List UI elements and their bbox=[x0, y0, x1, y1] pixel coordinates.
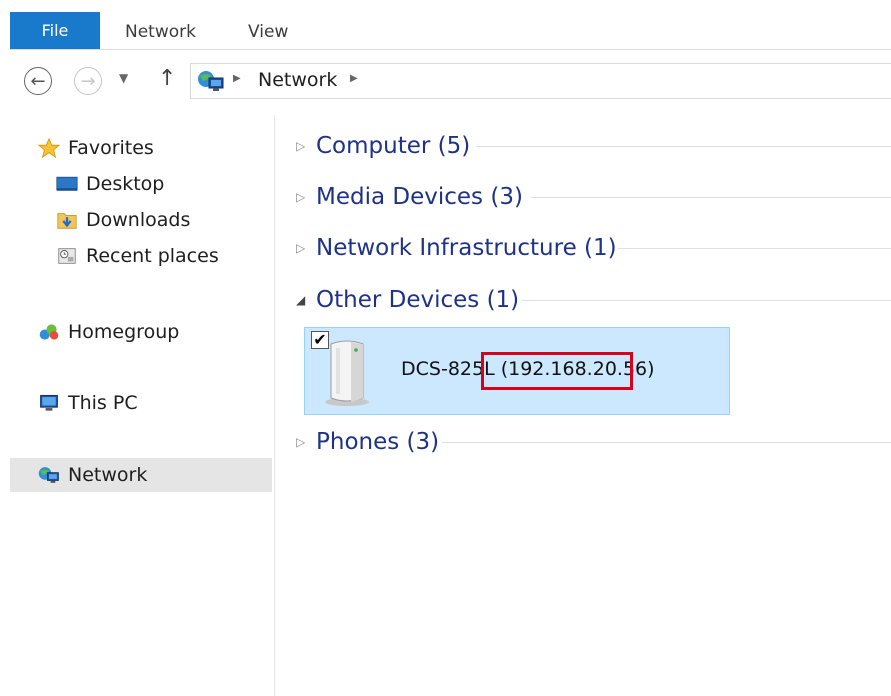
pane-divider bbox=[274, 115, 275, 696]
network-icon bbox=[38, 465, 60, 485]
computer-icon bbox=[38, 393, 60, 413]
expand-arrow-icon[interactable]: ▷ bbox=[296, 241, 316, 255]
network-device-icon bbox=[321, 336, 373, 412]
back-button[interactable]: ← bbox=[24, 67, 52, 95]
group-divider bbox=[618, 248, 891, 249]
up-arrow-icon: ↑ bbox=[158, 66, 177, 91]
group-computer[interactable]: ▷ Computer (5) bbox=[296, 133, 891, 159]
ribbon: File Network View bbox=[0, 0, 891, 50]
tab-file[interactable]: File bbox=[10, 12, 100, 49]
breadcrumb-separator-icon: ▶ bbox=[233, 73, 241, 84]
star-icon bbox=[38, 137, 60, 159]
forward-arrow-icon: → bbox=[80, 70, 96, 92]
up-button[interactable]: ↑ bbox=[158, 66, 176, 91]
breadcrumb-chevron-icon[interactable]: ▶ bbox=[350, 73, 358, 84]
expand-arrow-icon[interactable]: ▷ bbox=[296, 435, 316, 449]
group-network-infrastructure[interactable]: ▷ Network Infrastructure (1) bbox=[296, 235, 891, 261]
group-media-devices[interactable]: ▷ Media Devices (3) bbox=[296, 184, 891, 210]
group-phones[interactable]: ▷ Phones (3) bbox=[296, 429, 891, 455]
chevron-down-icon: ▼ bbox=[119, 71, 129, 85]
sidebar-item-downloads[interactable]: Downloads bbox=[56, 209, 190, 231]
group-divider bbox=[522, 300, 891, 301]
forward-button[interactable]: → bbox=[74, 67, 102, 95]
address-bar: ← → ▼ ↑ ▶ Network ▶ bbox=[0, 56, 891, 106]
expand-arrow-icon[interactable]: ▷ bbox=[296, 190, 316, 204]
address-input[interactable]: ▶ Network ▶ bbox=[190, 63, 891, 99]
sidebar-item-recent-places[interactable]: Recent places bbox=[56, 245, 219, 267]
back-arrow-icon: ← bbox=[30, 70, 46, 92]
desktop-icon bbox=[56, 174, 78, 194]
sidebar-item-favorites[interactable]: Favorites bbox=[38, 137, 154, 159]
ip-address-highlight bbox=[481, 352, 633, 390]
recent-places-icon bbox=[56, 246, 78, 266]
tab-view[interactable]: View bbox=[248, 22, 288, 42]
downloads-folder-icon bbox=[56, 210, 78, 230]
sidebar-item-homegroup[interactable]: Homegroup bbox=[38, 321, 179, 343]
breadcrumb-network[interactable]: Network bbox=[258, 69, 337, 91]
sidebar-item-network[interactable]: Network bbox=[38, 464, 147, 486]
ribbon-divider bbox=[10, 49, 891, 50]
tab-network[interactable]: Network bbox=[125, 22, 196, 42]
recent-locations-button[interactable]: ▼ bbox=[119, 71, 128, 85]
expand-arrow-icon[interactable]: ▷ bbox=[296, 139, 316, 153]
group-other-devices[interactable]: ◢ Other Devices (1) bbox=[296, 287, 891, 313]
homegroup-icon bbox=[38, 322, 60, 342]
sidebar-item-this-pc[interactable]: This PC bbox=[38, 392, 138, 414]
group-divider bbox=[442, 442, 891, 443]
collapse-arrow-icon[interactable]: ◢ bbox=[296, 293, 316, 307]
network-icon bbox=[197, 70, 225, 96]
group-divider bbox=[531, 197, 891, 198]
sidebar-item-desktop[interactable]: Desktop bbox=[56, 173, 164, 195]
group-divider bbox=[476, 146, 891, 147]
